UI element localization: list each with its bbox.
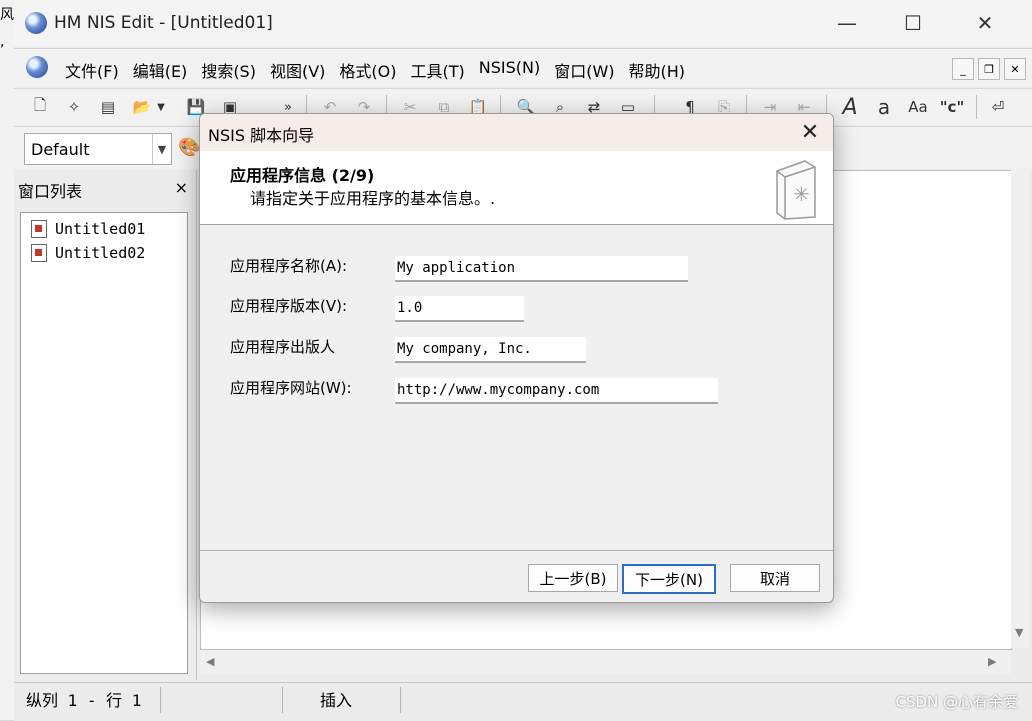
- app-name-label: 应用程序名称(A):: [230, 257, 348, 275]
- menu-tools[interactable]: 工具(T): [404, 58, 472, 82]
- vertical-scrollbar[interactable]: ▼: [1011, 170, 1029, 648]
- line-ending-icon[interactable]: ⏎: [986, 95, 1010, 119]
- next-button[interactable]: 下一步(N): [622, 564, 716, 594]
- mdi-restore-button[interactable]: ❐: [978, 58, 1000, 80]
- cursor-position: 纵列 1 - 行 1: [26, 691, 142, 710]
- mdi-close-button[interactable]: ✕: [1004, 58, 1026, 80]
- scroll-right-icon[interactable]: ▶: [988, 655, 996, 668]
- wizard-dialog: NSIS 脚本向导 ✕ 应用程序信息 (2/9) 请指定关于应用程序的基本信息。…: [199, 113, 834, 603]
- svg-text:✳: ✳: [793, 182, 810, 206]
- window-list-close-button[interactable]: ×: [175, 178, 188, 197]
- palette-icon[interactable]: 🎨: [178, 137, 200, 158]
- dialog-footer-divider: [200, 550, 833, 551]
- open-folder-icon[interactable]: 📂: [130, 95, 154, 119]
- list-item[interactable]: Untitled02: [31, 243, 145, 263]
- window-list-panel: 窗口列表 × Untitled01 Untitled02: [14, 170, 197, 680]
- template-icon[interactable]: ▤: [96, 95, 120, 119]
- horizontal-scrollbar[interactable]: ◀ ▶: [200, 650, 1011, 674]
- lowercase-icon[interactable]: a: [872, 95, 896, 119]
- style-combobox-value: Default: [31, 140, 90, 159]
- desktop-background: 风 ,: [0, 0, 14, 720]
- watermark: CSDN @心有余爱: [895, 693, 1018, 711]
- status-bar: 纵列 1 - 行 1 插入 CSDN @心有余爱: [14, 682, 1032, 721]
- menu-edit[interactable]: 编辑(E): [126, 58, 195, 82]
- dialog-header: 应用程序信息 (2/9) 请指定关于应用程序的基本信息。. ✳: [200, 151, 833, 225]
- dialog-title: NSIS 脚本向导: [208, 126, 315, 145]
- mdi-system-menu-icon[interactable]: [26, 56, 48, 78]
- app-website-label: 应用程序网站(W):: [230, 379, 352, 397]
- toggle-case-icon[interactable]: Aa: [906, 95, 930, 119]
- menu-view[interactable]: 视图(V): [263, 58, 332, 82]
- list-item-label: Untitled02: [55, 244, 146, 262]
- scroll-down-icon[interactable]: ▼: [1015, 626, 1023, 639]
- window-title: HM NIS Edit - [Untitled01]: [54, 13, 273, 33]
- app-publisher-input[interactable]: [395, 337, 586, 363]
- style-combobox[interactable]: Default ▼: [24, 133, 172, 165]
- dialog-title-bar: NSIS 脚本向导 ✕: [200, 114, 833, 151]
- wizard-book-icon: ✳: [776, 160, 816, 220]
- close-window-button[interactable]: ✕: [952, 0, 1018, 46]
- title-bar: HM NIS Edit - [Untitled01] — ☐ ✕: [14, 0, 1032, 46]
- step-title: 应用程序信息 (2/9): [230, 166, 375, 185]
- mdi-minimize-button[interactable]: _: [952, 58, 974, 80]
- list-item[interactable]: Untitled01: [31, 219, 145, 239]
- list-item-label: Untitled01: [55, 220, 146, 238]
- insert-mode-indicator: 插入: [320, 691, 353, 710]
- menu-help[interactable]: 帮助(H): [622, 58, 693, 82]
- app-publisher-label: 应用程序出版人: [230, 338, 336, 356]
- maximize-button[interactable]: ☐: [880, 0, 946, 46]
- menu-format[interactable]: 格式(O): [332, 58, 403, 82]
- minimize-button[interactable]: —: [814, 0, 880, 46]
- app-version-input[interactable]: [395, 296, 524, 322]
- menu-window[interactable]: 窗口(W): [547, 58, 621, 82]
- app-version-label: 应用程序版本(V):: [230, 297, 348, 315]
- scroll-left-icon[interactable]: ◀: [206, 655, 214, 668]
- quote-icon[interactable]: "c": [940, 95, 965, 119]
- uppercase-icon[interactable]: A: [838, 95, 862, 120]
- menu-nsis[interactable]: NSIS(N): [472, 58, 547, 82]
- new-file-icon[interactable]: 🗋: [28, 95, 52, 119]
- app-website-input[interactable]: [395, 378, 718, 404]
- menu-file[interactable]: 文件(F): [58, 58, 126, 82]
- app-logo-icon: [25, 12, 47, 34]
- nsi-file-icon: [31, 220, 47, 238]
- window-list-title: 窗口列表: [18, 182, 83, 201]
- open-dropdown-icon[interactable]: ▼: [154, 95, 168, 119]
- chevron-down-icon[interactable]: ▼: [152, 134, 171, 164]
- app-name-input[interactable]: [395, 256, 688, 282]
- nsi-file-icon: [31, 244, 47, 262]
- step-subtitle: 请指定关于应用程序的基本信息。.: [250, 189, 496, 208]
- dialog-body: 应用程序名称(A): 应用程序版本(V): 应用程序出版人 应用程序网站(W):: [200, 225, 833, 547]
- menu-bar: 文件(F) 编辑(E) 搜索(S) 视图(V) 格式(O) 工具(T) NSIS…: [14, 48, 1032, 87]
- cancel-button[interactable]: 取消: [730, 564, 820, 592]
- menu-search[interactable]: 搜索(S): [194, 58, 263, 82]
- wizard-icon[interactable]: ✧: [62, 95, 86, 119]
- window-list: Untitled01 Untitled02: [20, 212, 188, 674]
- back-button[interactable]: 上一步(B): [528, 564, 618, 592]
- dialog-close-button[interactable]: ✕: [795, 117, 825, 147]
